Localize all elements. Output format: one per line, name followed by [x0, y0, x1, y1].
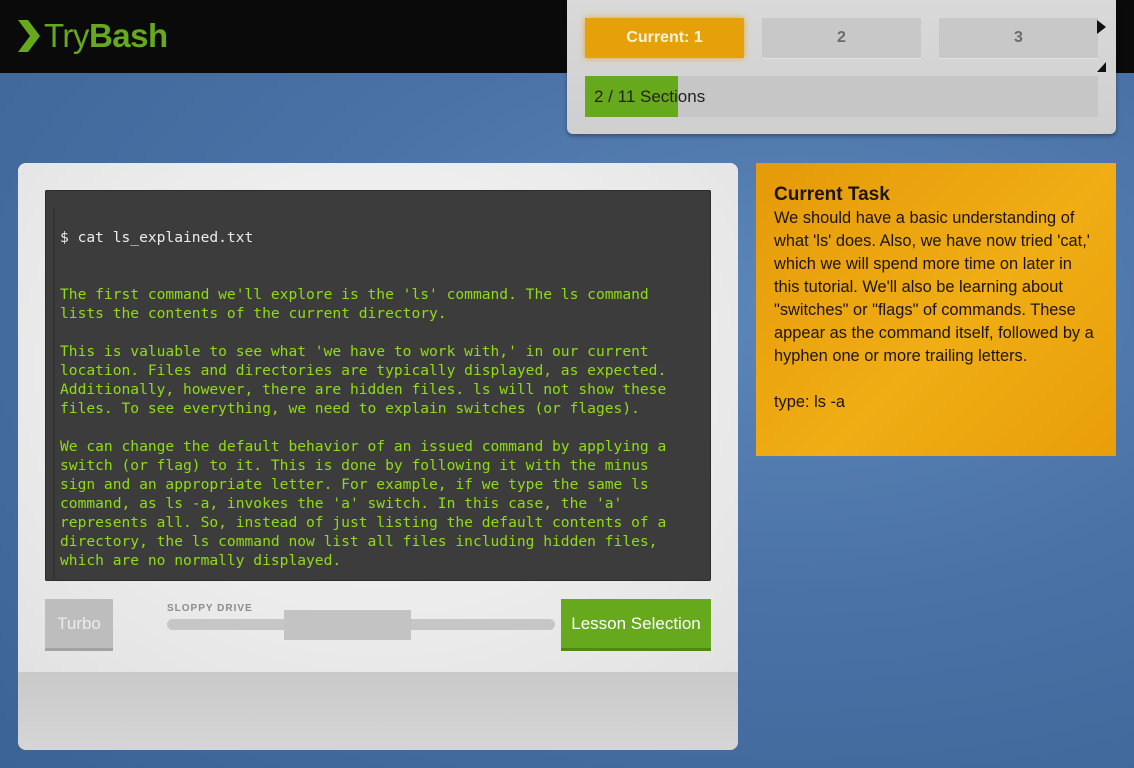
terminal-output-line: We can change the default behavior of an…: [60, 438, 667, 455]
chevron-right-icon: [18, 20, 40, 52]
trybash-logo[interactable]: TryBash: [16, 17, 168, 55]
terminal-output-line: files. To see everything, we need to exp…: [60, 400, 640, 417]
sloppy-drive-slider-handle[interactable]: [284, 610, 411, 640]
terminal-output: $ cat ls_explained.txt The first command…: [60, 190, 700, 581]
lesson-panel: Current: 1 2 3 2 / 11 Sections: [567, 0, 1116, 134]
screen-edge: [53, 208, 55, 581]
turbo-button[interactable]: Turbo: [45, 599, 113, 648]
logo-bold: Bash: [88, 17, 168, 54]
expand-arrow-icon[interactable]: [1097, 20, 1106, 34]
terminal-output-line: switch (or flag) to it. This is done by …: [60, 457, 649, 474]
lesson-button-current[interactable]: Current: 1: [585, 18, 744, 58]
device-base: [18, 672, 738, 750]
lesson-selection-button[interactable]: Lesson Selection: [561, 599, 711, 648]
terminal-output-line: location. Files and directories are typi…: [60, 362, 667, 379]
terminal-output-line: which are no normally displayed.: [60, 552, 342, 569]
terminal-output-line: This is valuable to see what 'we have to…: [60, 343, 649, 360]
terminal-output-line: represents all. So, instead of just list…: [60, 514, 667, 531]
task-body: We should have a basic understanding of …: [774, 209, 1094, 365]
logo-text: TryBash: [44, 17, 168, 55]
terminal-output-line: command, as ls -a, invokes the 'a' switc…: [60, 495, 623, 512]
current-task-card: Current Task We should have a basic unde…: [756, 163, 1116, 456]
resize-corner-icon: [1097, 62, 1106, 72]
lesson-button-3[interactable]: 3: [939, 18, 1098, 58]
task-type-instruction: type: ls -a: [774, 393, 846, 411]
terminal-output-line: sign and an appropriate letter. For exam…: [60, 476, 649, 493]
terminal-output-line: lists the contents of the current direct…: [60, 305, 447, 322]
terminal-device: $ cat ls_explained.txt The first command…: [18, 163, 738, 750]
slider-label: SLOPPY DRIVE: [167, 603, 253, 614]
section-progress-bar: 2 / 11 Sections: [585, 76, 1098, 117]
logo-prefix: Try: [44, 17, 89, 54]
progress-label: 2 / 11 Sections: [594, 87, 706, 106]
task-title: Current Task: [774, 184, 890, 205]
terminal-output-line: directory, the ls command now list all f…: [60, 533, 658, 550]
lesson-button-2[interactable]: 2: [762, 18, 921, 58]
terminal-output-line: The first command we'll explore is the '…: [60, 286, 649, 303]
terminal-screen[interactable]: $ cat ls_explained.txt The first command…: [45, 190, 711, 581]
terminal-output-line: Additionally, however, there are hidden …: [60, 381, 667, 398]
terminal-prompt-line: $ cat ls_explained.txt: [60, 229, 254, 246]
